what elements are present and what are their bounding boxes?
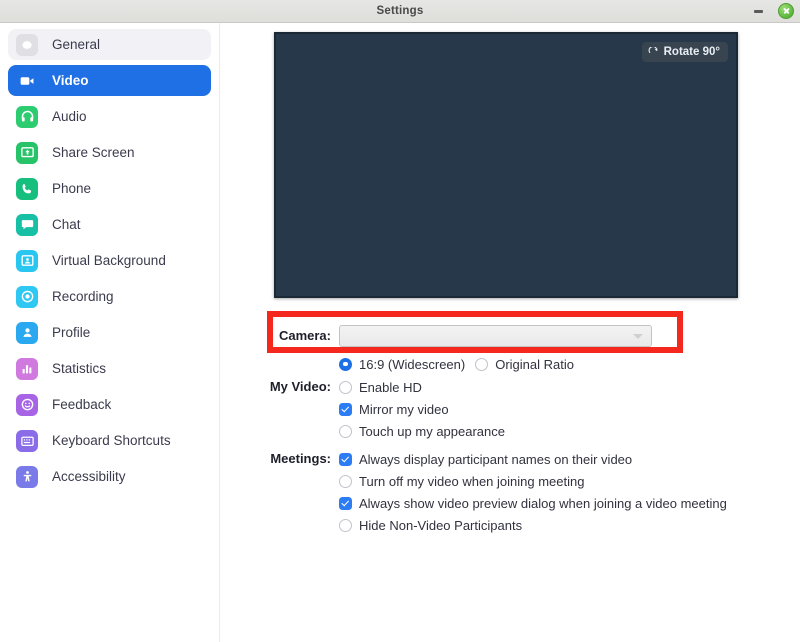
sidebar-item-video[interactable]: Video: [8, 65, 211, 96]
sidebar-item-label: Accessibility: [52, 469, 126, 484]
window-titlebar: Settings: [0, 0, 800, 23]
chat-bubble-icon: [16, 213, 38, 236]
aspect-ratio-label: [220, 353, 339, 373]
window-body: General Video Audio Share Screen Phone C…: [0, 23, 800, 642]
radio-widescreen-label: 16:9 (Widescreen): [359, 356, 466, 372]
sidebar-item-label: General: [52, 37, 101, 52]
minimize-button[interactable]: [753, 6, 764, 17]
checkbox-show-video-preview-dialog[interactable]: Always show video preview dialog when jo…: [339, 493, 800, 514]
checkbox-mirror-my-video-label: Mirror my video: [359, 402, 449, 417]
sidebar-item-label: Feedback: [52, 397, 112, 412]
rotate-icon: [648, 46, 659, 58]
checkbox-display-participant-names-label: Always display participant names on thei…: [359, 452, 633, 467]
aspect-ratio-group: 16:9 (Widescreen) Original Ratio: [339, 353, 800, 375]
checkbox-turn-off-video-on-join[interactable]: Turn off my video when joining meeting: [339, 471, 800, 492]
sidebar-item-virtual-background[interactable]: Virtual Background: [8, 245, 211, 276]
sidebar-item-general[interactable]: General: [8, 29, 211, 60]
checkbox-touch-up-label: Touch up my appearance: [359, 424, 505, 439]
camera-label: Camera:: [278, 328, 331, 343]
sidebar-item-label: Recording: [52, 289, 114, 304]
radio-widescreen[interactable]: 16:9 (Widescreen): [339, 354, 465, 375]
radio-original-ratio-label: Original Ratio: [495, 357, 574, 372]
camera-select[interactable]: [339, 325, 652, 347]
checkbox-icon: [339, 475, 352, 488]
sidebar-item-profile[interactable]: Profile: [8, 317, 211, 348]
sidebar-item-label: Video: [52, 73, 89, 88]
sidebar-item-recording[interactable]: Recording: [8, 281, 211, 312]
sidebar-item-label: Chat: [52, 217, 81, 232]
checkbox-display-participant-names[interactable]: Always display participant names on thei…: [339, 449, 800, 470]
share-screen-icon: [16, 141, 38, 164]
sidebar-item-label: Share Screen: [52, 145, 135, 160]
sidebar-item-share-screen[interactable]: Share Screen: [8, 137, 211, 168]
my-video-label: My Video:: [269, 379, 331, 394]
sidebar-item-phone[interactable]: Phone: [8, 173, 211, 204]
person-icon: [16, 321, 38, 344]
radio-icon: [339, 357, 352, 371]
camera-row: Camera:: [220, 319, 800, 353]
checkbox-turn-off-video-on-join-label: Turn off my video when joining meeting: [359, 474, 585, 489]
sidebar-item-feedback[interactable]: Feedback: [8, 389, 211, 420]
sidebar-item-chat[interactable]: Chat: [8, 209, 211, 240]
sidebar-item-label: Phone: [52, 181, 92, 196]
bar-chart-icon: [16, 357, 38, 380]
phone-icon: [16, 177, 38, 200]
aspect-ratio-row: 16:9 (Widescreen) Original Ratio: [220, 353, 800, 375]
checkbox-icon: [339, 453, 352, 466]
sidebar-item-label: Keyboard Shortcuts: [52, 433, 171, 448]
window-controls: [753, 0, 794, 22]
rotate-90-button[interactable]: Rotate 90°: [641, 42, 728, 62]
meetings-options: Always display participant names on thei…: [339, 449, 800, 536]
chevron-down-icon: [633, 334, 643, 339]
sidebar-item-label: Virtual Background: [52, 253, 166, 268]
sidebar-item-label: Audio: [52, 109, 87, 124]
keyboard-icon: [16, 429, 38, 452]
checkbox-icon: [339, 403, 352, 416]
sidebar-item-keyboard-shortcuts[interactable]: Keyboard Shortcuts: [8, 425, 211, 456]
checkbox-icon: [339, 381, 352, 394]
checkbox-touch-up-my-appearance[interactable]: Touch up my appearance: [339, 421, 800, 442]
meetings-label: Meetings:: [270, 451, 331, 466]
radio-icon: [475, 358, 489, 371]
checkbox-enable-hd-label: Enable HD: [359, 380, 422, 395]
settings-sidebar: General Video Audio Share Screen Phone C…: [0, 23, 220, 642]
video-settings-panel: Rotate 90° Camera: 16:9 (Widescreen) Ori…: [220, 23, 800, 642]
sidebar-item-accessibility[interactable]: Accessibility: [8, 461, 211, 492]
checkbox-hide-non-video-participants[interactable]: Hide Non-Video Participants: [339, 515, 800, 536]
radio-original-ratio[interactable]: Original Ratio: [475, 354, 574, 375]
sidebar-item-audio[interactable]: Audio: [8, 101, 211, 132]
checkbox-enable-hd[interactable]: Enable HD: [339, 377, 800, 398]
record-icon: [16, 285, 38, 308]
checkbox-mirror-my-video[interactable]: Mirror my video: [339, 399, 800, 420]
checkbox-icon: [339, 519, 352, 532]
sidebar-item-label: Profile: [52, 325, 91, 340]
accessibility-icon: [16, 465, 38, 488]
camera-preview: Rotate 90°: [274, 32, 738, 298]
close-icon[interactable]: [778, 3, 794, 19]
checkbox-show-video-preview-dialog-label: Always show video preview dialog when jo…: [359, 496, 727, 511]
sidebar-item-statistics[interactable]: Statistics: [8, 353, 211, 384]
sidebar-item-label: Statistics: [52, 361, 107, 376]
my-video-row: My Video: Enable HD Mirror my video Touc…: [220, 377, 800, 442]
my-video-options: Enable HD Mirror my video Touch up my ap…: [339, 377, 800, 442]
headphones-icon: [16, 105, 38, 128]
gear-icon: [16, 33, 38, 56]
smiley-icon: [16, 393, 38, 416]
checkbox-icon: [339, 425, 352, 438]
video-camera-icon: [16, 69, 38, 92]
checkbox-icon: [339, 497, 352, 510]
meetings-row: Meetings: Always display participant nam…: [220, 449, 800, 536]
video-settings-form: Camera: 16:9 (Widescreen) Original Ratio…: [220, 319, 800, 536]
rotate-90-label: Rotate 90°: [663, 46, 720, 58]
window-title: Settings: [376, 5, 424, 17]
virtual-background-icon: [16, 249, 38, 272]
checkbox-hide-non-video-participants-label: Hide Non-Video Participants: [359, 518, 523, 533]
